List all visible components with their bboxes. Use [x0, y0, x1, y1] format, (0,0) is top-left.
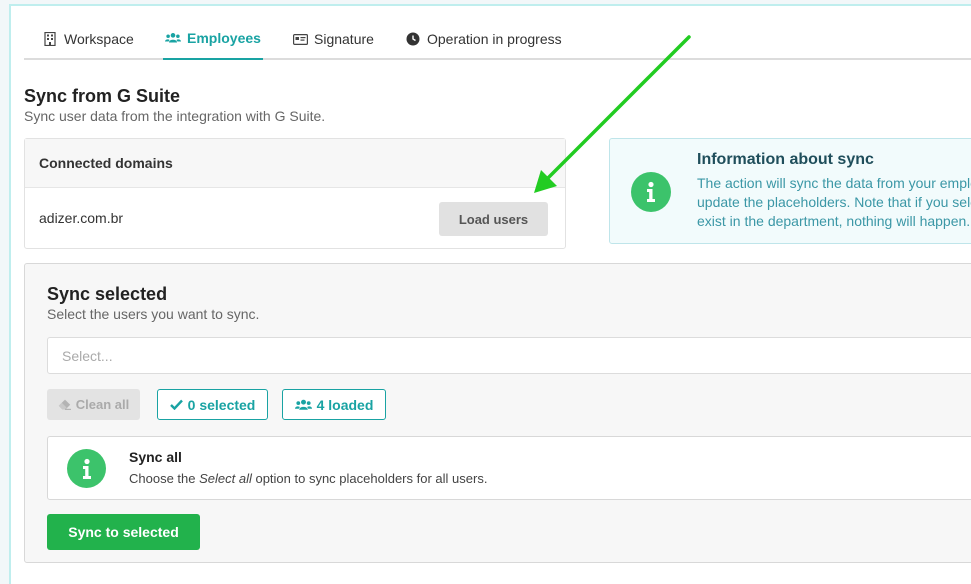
selected-count-badge[interactable]: 0 selected: [157, 389, 268, 420]
id-card-icon: [292, 31, 308, 47]
eraser-icon: [58, 399, 71, 410]
connected-domains-heading: Connected domains: [25, 139, 565, 188]
page-title: Sync from G Suite: [24, 86, 181, 106]
tab-label: Signature: [314, 31, 374, 47]
selected-count-label: 0 selected: [187, 396, 256, 413]
sync-all-box: Sync all Choose the Select all option to…: [47, 436, 971, 500]
loaded-count-badge[interactable]: 4 loaded: [282, 389, 386, 420]
check-icon: [169, 399, 183, 410]
clean-all-label: Clean all: [75, 397, 130, 412]
tab-workspace[interactable]: Workspace: [42, 18, 134, 60]
loaded-count-label: 4 loaded: [316, 396, 374, 413]
sync-all-description: Choose the Select all option to sync pla…: [129, 471, 488, 486]
clock-icon: [405, 31, 421, 47]
users-icon: [165, 30, 181, 46]
user-select-input[interactable]: Select...: [47, 337, 971, 374]
tab-operation-in-progress[interactable]: Operation in progress: [405, 18, 562, 60]
tab-label: Operation in progress: [427, 31, 562, 47]
tab-employees[interactable]: Employees: [163, 18, 263, 60]
clean-all-button[interactable]: Clean all: [47, 389, 140, 420]
building-icon: [42, 31, 58, 47]
section-subtitle: Select the users you want to sync.: [47, 306, 260, 322]
domain-row: adizer.com.br Load users: [25, 188, 565, 250]
info-text-line: exist in the department, nothing will ha…: [697, 213, 971, 229]
tab-label: Employees: [187, 30, 261, 46]
tab-label: Workspace: [64, 31, 134, 47]
select-all-emphasis: Select all: [199, 471, 252, 486]
info-icon: [67, 449, 106, 488]
users-icon: [294, 399, 312, 411]
page-subtitle: Sync user data from the integration with…: [24, 108, 326, 124]
sync-all-title: Sync all: [129, 449, 182, 465]
info-text-line: update the placeholders. Note that if yo…: [697, 194, 971, 210]
sync-info-box: Information about sync The action will s…: [609, 138, 971, 244]
info-icon: [631, 172, 671, 212]
tab-signature[interactable]: Signature: [292, 18, 374, 60]
sync-to-selected-button[interactable]: Sync to selected: [47, 514, 200, 550]
connected-domains-card: Connected domains adizer.com.br Load use…: [24, 138, 566, 249]
domain-name: adizer.com.br: [39, 210, 124, 226]
info-title: Information about sync: [697, 151, 874, 168]
load-users-button[interactable]: Load users: [439, 202, 548, 236]
tab-bar: Workspace Employees Signature Operation …: [24, 18, 971, 60]
info-text-line: The action will sync the data from your …: [697, 175, 971, 191]
section-title: Sync selected: [47, 284, 168, 304]
sync-selected-section: Sync selected Select the users you want …: [24, 263, 971, 563]
